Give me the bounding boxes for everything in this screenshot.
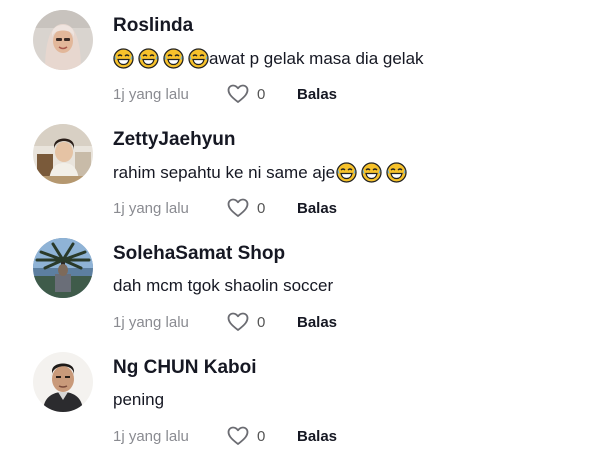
- comment-text: rahim sepahtu ke ni same aje: [113, 162, 411, 183]
- comment-item: Roslinda awat p gelak masa dia gelak 1j …: [0, 4, 590, 118]
- face-with-tears-of-joy-icon: [138, 48, 159, 69]
- comment-meta: 1j yang lalu 0 Balas: [113, 424, 337, 448]
- reply-button[interactable]: Balas: [297, 428, 337, 445]
- comment-meta: 1j yang lalu 0 Balas: [113, 310, 337, 334]
- heart-outline-icon: [227, 84, 249, 103]
- comment-time: 1j yang lalu: [113, 427, 189, 445]
- comment-username[interactable]: Roslinda: [113, 15, 193, 37]
- face-with-tears-of-joy-icon: [188, 48, 209, 69]
- comment-username[interactable]: ZettyJaehyun: [113, 129, 235, 151]
- comment-username[interactable]: SolehaSamat Shop: [113, 243, 285, 265]
- comment-item: SolehaSamat Shop dah mcm tgok shaolin so…: [0, 232, 590, 346]
- like-count: 0: [257, 313, 266, 331]
- emoji-group: [336, 162, 411, 183]
- face-with-tears-of-joy-icon: [386, 162, 407, 183]
- comment-item: Ng CHUN Kaboi pening 1j yang lalu 0 Bala…: [0, 346, 590, 460]
- comment-item: ZettyJaehyun rahim sepahtu ke ni same aj…: [0, 118, 590, 232]
- comment-text-content: pening: [113, 390, 165, 409]
- face-with-tears-of-joy-icon: [336, 162, 357, 183]
- heart-outline-icon: [227, 426, 249, 445]
- comment-text-content: rahim sepahtu ke ni same aje: [113, 162, 336, 182]
- reply-button[interactable]: Balas: [297, 314, 337, 331]
- like-button[interactable]: 0: [227, 312, 297, 332]
- like-count: 0: [257, 199, 266, 217]
- comment-text-content: dah mcm tgok shaolin soccer: [113, 276, 334, 295]
- comment-username[interactable]: Ng CHUN Kaboi: [113, 357, 257, 379]
- comment-time: 1j yang lalu: [113, 313, 189, 331]
- comment-meta: 1j yang lalu 0 Balas: [113, 196, 337, 220]
- like-button[interactable]: 0: [227, 426, 297, 446]
- face-with-tears-of-joy-icon: [163, 48, 184, 69]
- heart-outline-icon: [227, 198, 249, 217]
- comment-text: dah mcm tgok shaolin soccer: [113, 276, 333, 296]
- like-count: 0: [257, 427, 266, 445]
- comment-time: 1j yang lalu: [113, 199, 189, 217]
- reply-button[interactable]: Balas: [297, 200, 337, 217]
- face-with-tears-of-joy-icon: [361, 162, 382, 183]
- like-count: 0: [257, 85, 266, 103]
- heart-outline-icon: [227, 312, 249, 331]
- avatar[interactable]: [33, 10, 93, 70]
- comment-text-content: awat p gelak masa dia gelak: [209, 48, 424, 68]
- like-button[interactable]: 0: [227, 84, 297, 104]
- face-with-tears-of-joy-icon: [113, 48, 134, 69]
- comment-time: 1j yang lalu: [113, 85, 189, 103]
- comment-text: pening: [113, 390, 164, 410]
- like-button[interactable]: 0: [227, 198, 297, 218]
- avatar[interactable]: [33, 238, 93, 298]
- comment-meta: 1j yang lalu 0 Balas: [113, 82, 337, 106]
- avatar[interactable]: [33, 352, 93, 412]
- reply-button[interactable]: Balas: [297, 86, 337, 103]
- avatar[interactable]: [33, 124, 93, 184]
- emoji-group: [113, 48, 209, 69]
- comment-text: awat p gelak masa dia gelak: [113, 48, 424, 69]
